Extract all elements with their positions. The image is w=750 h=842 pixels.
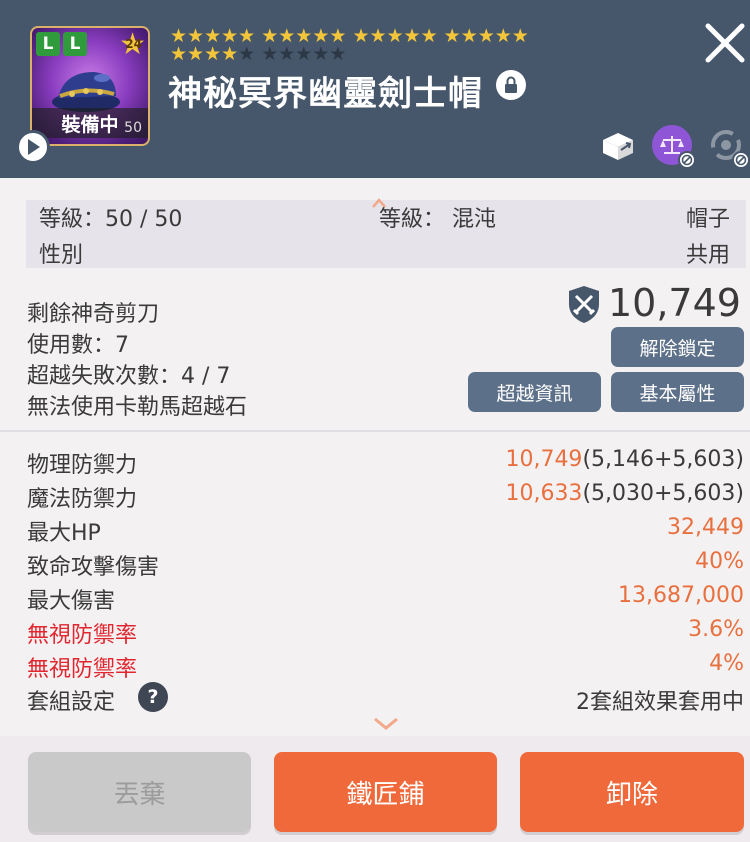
stat-physical-def-value: 10,749(5,146+5,603): [505, 447, 744, 472]
kalema-stone-label: 無法使用卡勒馬超越石: [27, 395, 248, 420]
grade-badge-1: L: [36, 32, 60, 56]
stat-physical-def-label: 物理防禦力: [27, 453, 138, 478]
discard-button[interactable]: 丟棄: [28, 752, 251, 832]
item-type-value: 帽子: [685, 207, 730, 232]
level-label: 等級：50 / 50: [39, 207, 183, 232]
chaos-level-label: 等級： 混沌: [379, 207, 496, 232]
gender-value: 共用: [685, 243, 730, 268]
stat-crit-damage-label: 致命攻擊傷害: [27, 555, 160, 580]
stat-magic-def-value: 10,633(5,030+5,603): [505, 481, 744, 506]
usage-count-label: 使用數：7: [27, 333, 129, 358]
chevron-down-icon[interactable]: [372, 716, 400, 732]
remaining-scissors-label: 剩餘神奇剪刀: [27, 302, 160, 327]
stat-ignore-def-label-2: 無視防禦率: [27, 657, 138, 682]
star-force-row-2: ★★★★★ ★★★★★: [170, 43, 347, 65]
blacksmith-button[interactable]: 鐵匠鋪: [274, 752, 497, 832]
stat-ignore-def-label: 無視防禦率: [27, 623, 138, 648]
combat-power-icon: [569, 286, 599, 323]
combat-power-value: 10,749: [608, 281, 741, 325]
transcend-info-button[interactable]: 超越資訊: [468, 372, 601, 412]
stat-crit-damage-value: 40%: [695, 549, 744, 574]
transcend-fail-label: 超越失敗次數：4 / 7: [27, 364, 231, 389]
star-level-number: 24: [125, 37, 142, 51]
disabled-badge-icon: [732, 151, 750, 169]
grade-badge-2: L: [63, 32, 87, 56]
scale-icon[interactable]: [652, 125, 696, 169]
help-icon[interactable]: ?: [138, 682, 168, 712]
gender-label: 性別: [39, 243, 84, 268]
item-thumbnail[interactable]: L L ★ 24 裝備中 50: [30, 26, 150, 146]
unlock-button[interactable]: 解除鎖定: [611, 327, 744, 367]
item-name: 神秘冥界幽靈劍士帽: [168, 74, 483, 114]
stat-max-damage-value: 13,687,000: [618, 583, 744, 608]
stat-max-hp-label: 最大HP: [27, 521, 101, 546]
cycle-icon[interactable]: [706, 125, 750, 169]
play-icon[interactable]: [16, 130, 50, 164]
box-arrow-icon[interactable]: [598, 125, 638, 165]
section-divider: [0, 430, 750, 432]
lock-icon[interactable]: [496, 70, 526, 100]
set-effect-value: 2套組效果套用中: [576, 690, 744, 715]
stat-ignore-def-value: 3.6%: [688, 617, 744, 642]
equipped-level: 50: [124, 120, 142, 136]
item-header: L L ★ 24 裝備中 50 ★★★★★ ★★★★★ ★★★★★ ★★★★★ …: [0, 0, 750, 178]
unequip-button[interactable]: 卸除: [520, 752, 744, 832]
stat-max-damage-label: 最大傷害: [27, 589, 116, 614]
disabled-badge-icon: [678, 151, 696, 169]
stat-max-hp-value: 32,449: [667, 515, 744, 540]
base-attribute-button[interactable]: 基本屬性: [611, 372, 744, 412]
stat-ignore-def-value-2: 4%: [709, 651, 744, 676]
close-icon[interactable]: [702, 20, 748, 66]
set-setting-label: 套組設定: [27, 690, 116, 715]
stat-magic-def-label: 魔法防禦力: [27, 487, 138, 512]
